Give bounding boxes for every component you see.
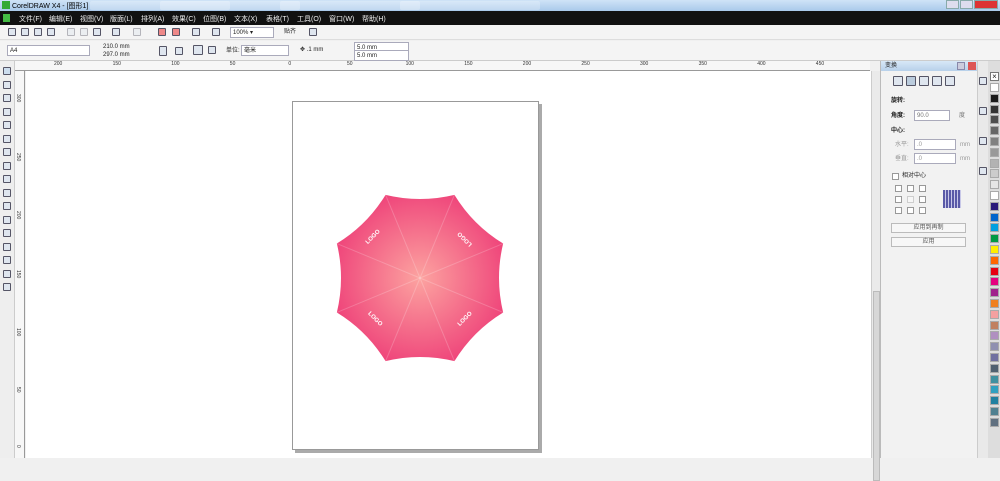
size-tab-icon[interactable] [932,76,942,86]
skew-tab-icon[interactable] [945,76,955,86]
anchor-checkbox[interactable] [919,185,926,192]
apply-button[interactable]: 应用 [891,237,966,247]
color-swatch[interactable] [990,417,999,427]
angle-input[interactable]: 90.0 [914,110,950,121]
relative-center-label: 相对中心 [902,173,927,179]
center-v-input[interactable]: .0 [914,153,956,164]
center-h-input[interactable]: .0 [914,139,956,150]
color-swatch[interactable] [990,320,999,330]
color-swatch[interactable] [990,353,999,362]
color-swatch[interactable] [990,212,999,222]
docker-tabs[interactable] [977,61,988,458]
color-swatch[interactable] [990,115,999,125]
relative-center-checkbox[interactable] [892,173,899,180]
color-swatch[interactable] [990,223,999,233]
horizontal-label: 水平: [895,142,909,148]
position-tab-icon[interactable] [893,76,903,86]
anchor-checkbox[interactable] [895,185,902,192]
v-unit: mm [960,156,970,162]
angle-unit: 度 [959,113,966,119]
anchor-checkbox[interactable] [907,207,914,214]
color-swatch[interactable] [990,299,999,308]
color-swatch[interactable] [990,396,999,406]
vertical-label: 垂直: [895,156,909,162]
anchor-checkbox[interactable] [907,185,914,192]
color-swatch[interactable] [990,288,999,298]
color-swatch[interactable] [990,83,999,92]
color-swatch[interactable] [990,201,999,211]
color-swatch[interactable] [990,331,999,341]
rotate-tab-icon[interactable] [906,76,916,86]
anchor-checkbox[interactable] [919,196,926,203]
angle-label: 角度: [891,113,905,119]
color-palette: × [988,61,1000,458]
rotation-preview-icon [943,190,961,208]
color-swatch[interactable] [990,104,999,114]
color-swatch[interactable] [990,180,999,190]
color-swatch[interactable] [990,255,999,265]
center-h-value: .0 [917,142,923,148]
docker-tab-icon[interactable] [979,107,987,115]
color-swatch[interactable] [990,147,999,157]
docker-header: 变换 [881,61,978,71]
color-swatch[interactable] [990,385,999,395]
color-swatch[interactable] [990,93,999,103]
color-swatch[interactable] [990,234,999,244]
color-swatch[interactable] [990,374,999,384]
color-swatch[interactable] [990,309,999,319]
angle-value: 90.0 [917,113,929,119]
color-swatch[interactable] [990,363,999,373]
color-swatch[interactable] [990,137,999,146]
umbrella-artwork[interactable]: LOGO LOGOLOGO LOGO [0,0,1000,458]
color-swatch[interactable] [990,169,999,179]
color-swatch[interactable] [990,126,999,136]
color-swatch[interactable] [990,266,999,276]
apply-to-duplicate-button[interactable]: 应用到再制 [891,223,966,233]
scrollbar-thumb[interactable] [873,291,880,481]
rotate-section-label: 旋转: [891,98,905,104]
color-swatch[interactable] [990,342,999,352]
anchor-checkbox[interactable] [919,207,926,214]
color-swatch[interactable] [990,407,999,416]
transform-docker: 变换 旋转: 角度: 90.0 度 中心: 水平: .0 mm 垂直: .0 m… [880,61,978,458]
anchor-checkbox[interactable] [907,196,914,203]
color-swatch[interactable] [990,277,999,287]
scale-tab-icon[interactable] [919,76,929,86]
no-color-icon[interactable]: × [990,72,999,81]
docker-tab-icon[interactable] [979,77,987,85]
vertical-scrollbar[interactable] [871,71,880,481]
center-v-value: .0 [917,156,923,162]
h-unit: mm [960,142,970,148]
anchor-checkbox[interactable] [895,207,902,214]
anchor-checkbox[interactable] [895,196,902,203]
color-swatch[interactable] [990,158,999,168]
docker-tab-icon[interactable] [979,167,987,175]
docker-title: 变换 [885,63,898,69]
color-swatch[interactable] [990,245,999,254]
docker-minimize-button[interactable] [957,62,965,70]
docker-close-button[interactable] [968,62,976,70]
center-label: 中心: [891,128,905,134]
docker-tab-icon[interactable] [979,137,987,145]
color-swatch[interactable] [990,191,999,200]
